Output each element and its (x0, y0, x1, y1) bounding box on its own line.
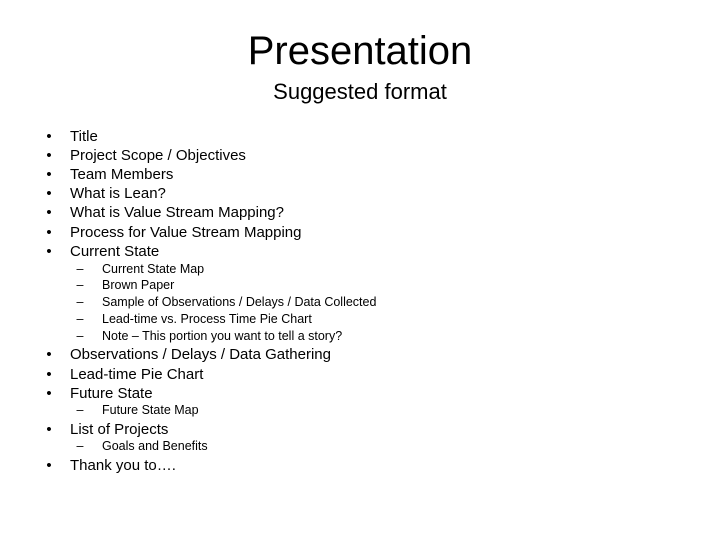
bullet-text: Goals and Benefits (102, 439, 208, 453)
bullet-icon: • (46, 185, 52, 202)
bullet-text: Current State (70, 243, 160, 260)
bullet-text: What is Value Stream Mapping? (70, 204, 284, 221)
bullet-text: Team Members (70, 166, 174, 183)
bullet-text: What is Lean? (70, 185, 166, 202)
bullet-text: Thank you to…. (70, 457, 176, 474)
dash-icon: – (76, 262, 84, 276)
bullet-icon: • (46, 421, 52, 438)
bullet-text: Observations / Delays / Data Gathering (70, 346, 331, 363)
bullet-text: Sample of Observations / Delays / Data C… (102, 295, 377, 309)
bullet-text: Note – This portion you want to tell a s… (102, 329, 343, 343)
bullet-icon: • (46, 128, 52, 145)
bullet-icon: • (46, 224, 52, 241)
bullet-text: List of Projects (70, 421, 169, 438)
slide-subtitle: Suggested format (273, 79, 447, 104)
bullet-text: Brown Paper (102, 278, 175, 292)
bullet-text: Lead-time Pie Chart (70, 366, 204, 383)
dash-icon: – (76, 295, 84, 309)
bullet-icon: • (46, 147, 52, 164)
bullet-text: Title (70, 128, 98, 145)
dash-icon: – (76, 439, 84, 453)
bullet-text: Current State Map (102, 262, 205, 276)
bullet-text: Project Scope / Objectives (70, 147, 246, 164)
bullet-icon: • (46, 346, 52, 363)
dash-icon: – (76, 329, 84, 343)
slide-title: Presentation (247, 29, 473, 73)
dash-icon: – (76, 403, 84, 417)
dash-icon: – (76, 278, 84, 292)
bullet-icon: • (46, 457, 52, 474)
bullet-icon: • (46, 204, 52, 221)
bullet-icon: • (46, 166, 52, 183)
bullet-text: Future State Map (102, 403, 199, 417)
dash-icon: – (76, 312, 84, 326)
bullet-icon: • (46, 385, 52, 402)
bullet-text: Process for Value Stream Mapping (70, 224, 302, 241)
bullet-icon: • (46, 243, 52, 260)
bullet-text: Lead-time vs. Process Time Pie Chart (102, 312, 312, 326)
bullet-icon: • (46, 366, 52, 383)
bullet-text: Future State (70, 385, 153, 402)
